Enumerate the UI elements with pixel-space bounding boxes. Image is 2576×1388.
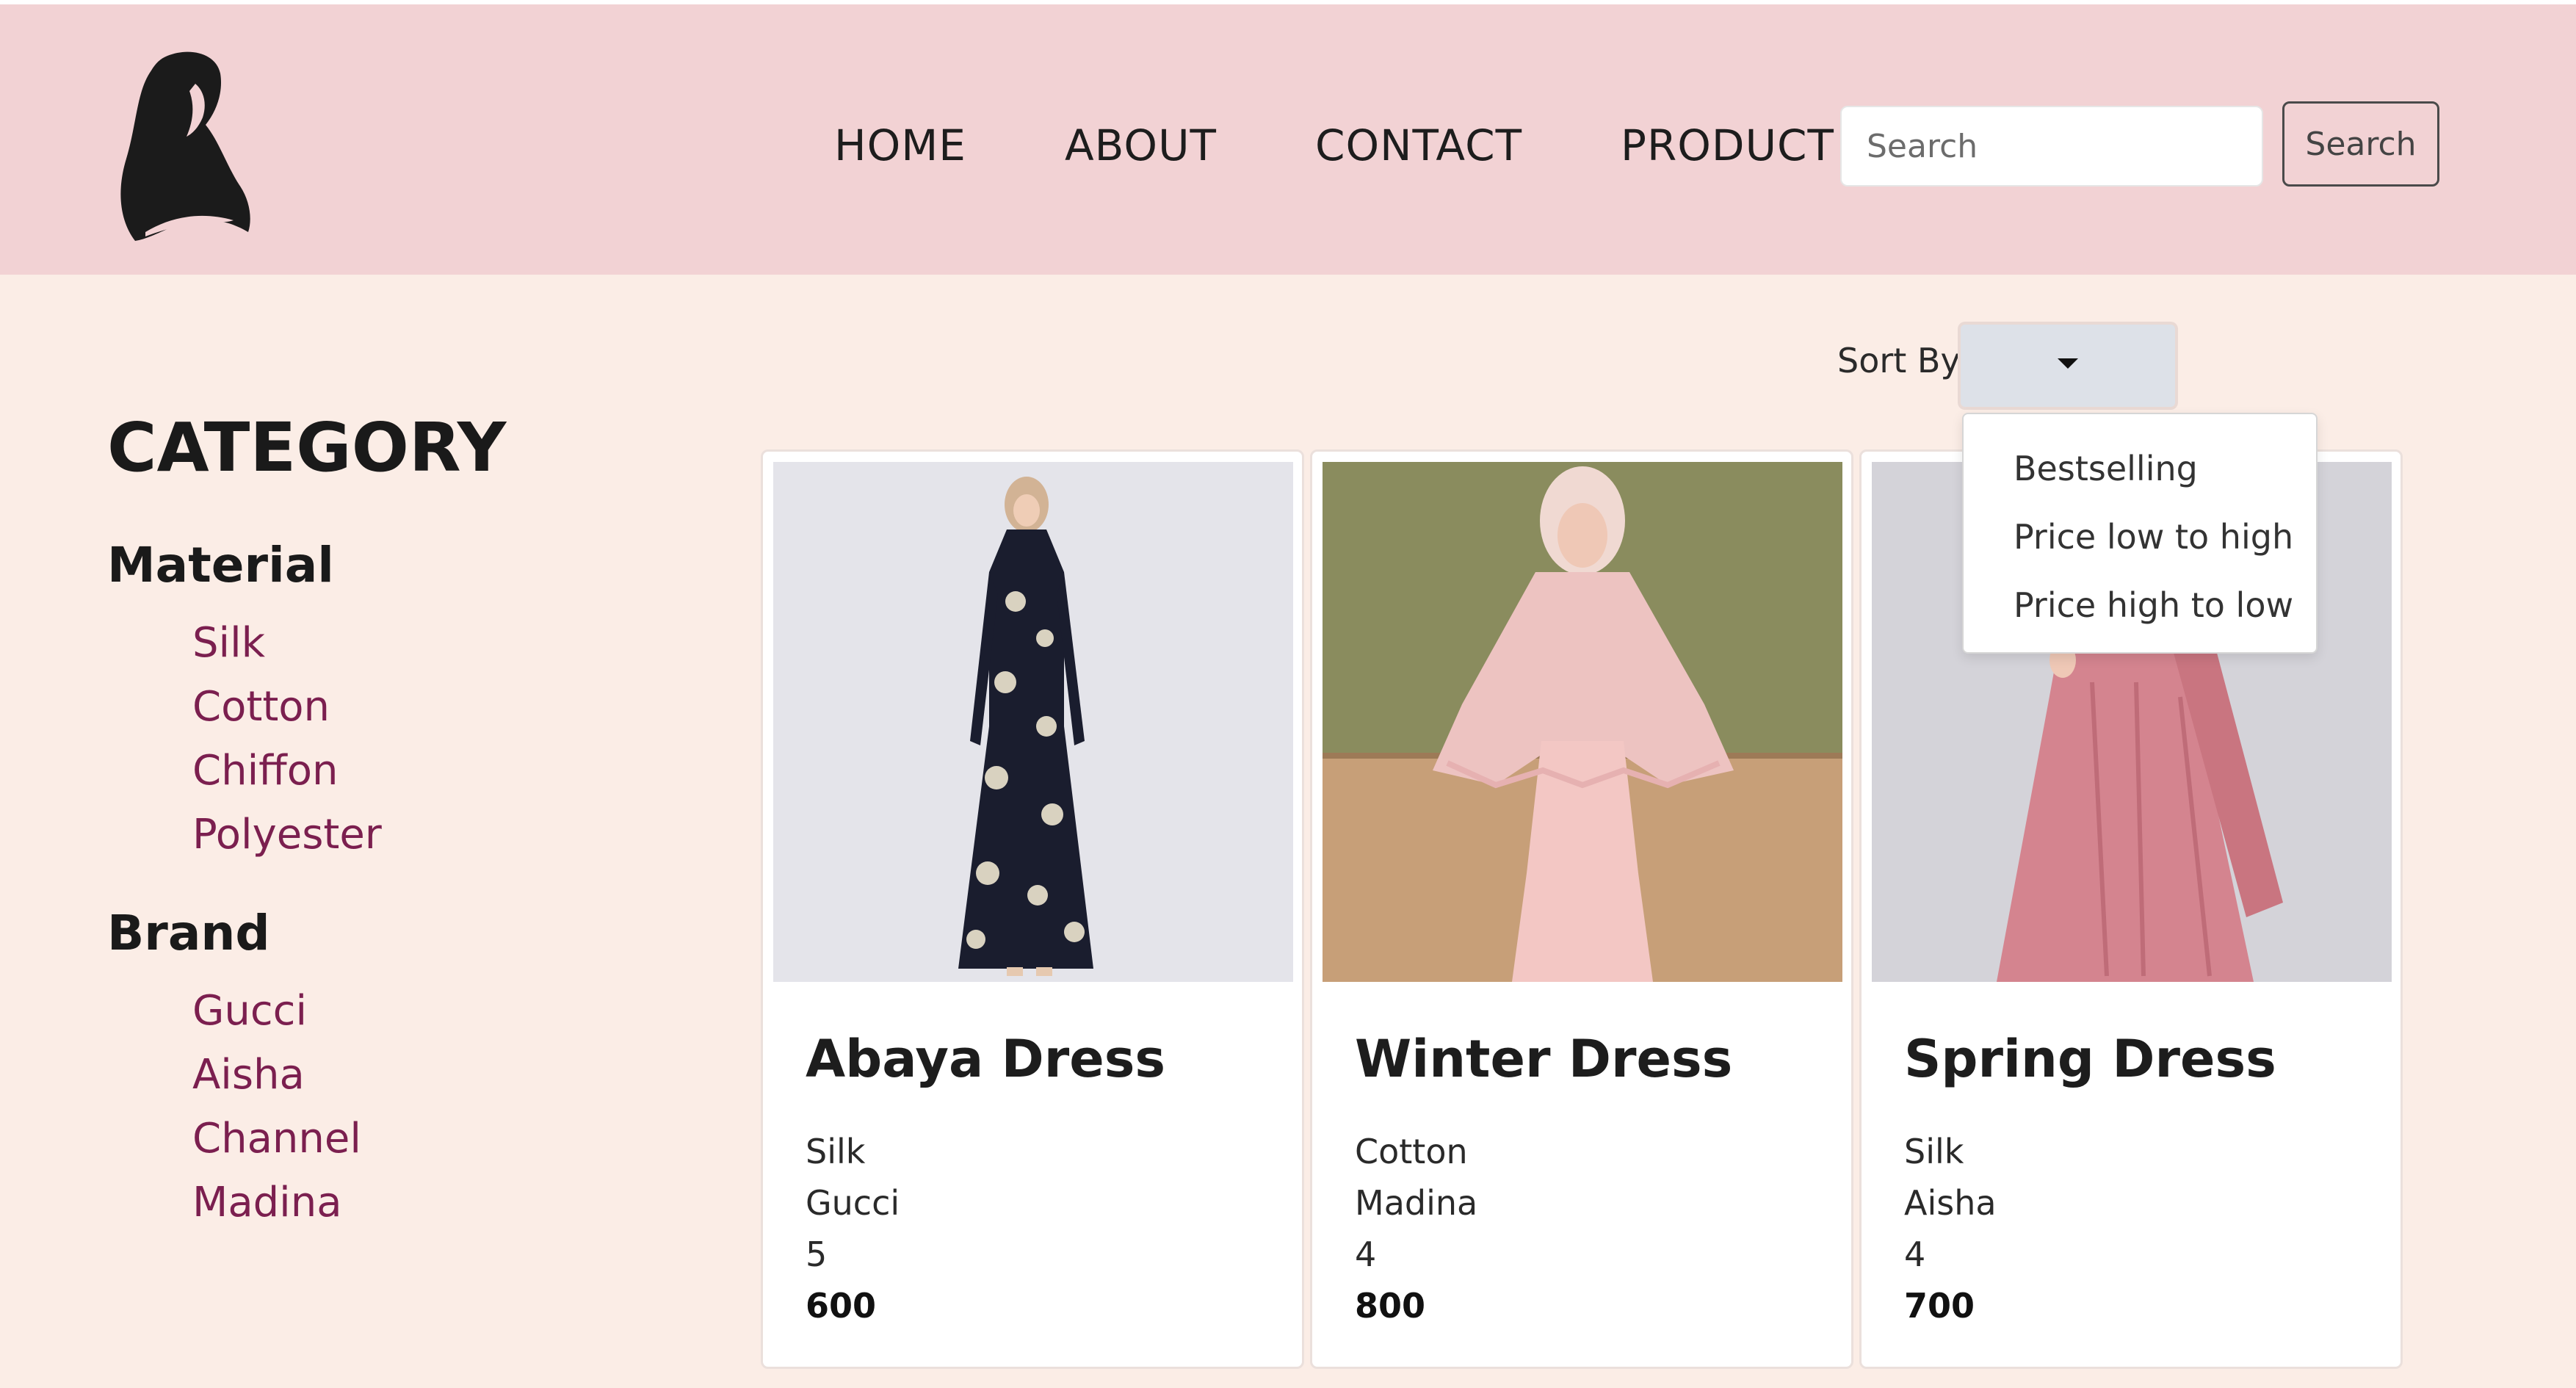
product-image-abaya-dress[interactable] [773, 462, 1293, 982]
category-item-chiffon[interactable]: Chiffon [192, 739, 621, 803]
product-price: 700 [1904, 1286, 1975, 1326]
nav-contact-link[interactable]: CONTACT [1315, 120, 1522, 170]
brand-item-aisha[interactable]: Aisha [192, 1043, 621, 1107]
product-rating: 5 [806, 1235, 828, 1274]
sort-option-price-low-high[interactable]: Price low to high [1964, 503, 2316, 571]
sort-option-price-high-low[interactable]: Price high to low [1964, 571, 2316, 640]
main-nav: HOME ABOUT CONTACT PRODUCT [834, 120, 1834, 170]
product-brand: Aisha [1904, 1183, 1997, 1223]
hijab-woman-silhouette-icon[interactable] [116, 48, 254, 242]
product-brand: Gucci [806, 1183, 900, 1223]
sort-option-bestselling[interactable]: Bestselling [1964, 435, 2316, 503]
search-input[interactable] [1840, 106, 2263, 187]
caret-down-icon [2058, 358, 2078, 369]
sort-dropdown[interactable] [1961, 325, 2175, 407]
material-heading: Material [107, 537, 334, 593]
product-card[interactable]: Winter Dress Cotton Madina 4 800 [1310, 449, 1853, 1369]
brand-heading: Brand [107, 905, 270, 961]
nav-home-link[interactable]: HOME [834, 120, 966, 170]
product-image-winter-dress[interactable] [1323, 462, 1842, 982]
material-list: Silk Cotton Chiffon Polyester [107, 611, 621, 867]
brand-list: Gucci Aisha Channel Madina [107, 979, 621, 1235]
product-title: Abaya Dress [806, 1029, 1166, 1089]
product-rating: 4 [1355, 1235, 1377, 1274]
sort-label: Sort By: [1837, 341, 1969, 380]
product-brand: Madina [1355, 1183, 1478, 1223]
product-material: Silk [1904, 1132, 1964, 1171]
navbar: HOME ABOUT CONTACT PRODUCT Search [0, 0, 2576, 275]
search-button[interactable]: Search [2282, 101, 2439, 187]
category-sidebar: CATEGORY Material Silk Cotton Chiffon Po… [107, 408, 621, 1273]
brand-item-gucci[interactable]: Gucci [192, 979, 621, 1043]
product-rating: 4 [1904, 1235, 1926, 1274]
brand-item-madina[interactable]: Madina [192, 1171, 621, 1235]
category-item-polyester[interactable]: Polyester [192, 803, 621, 867]
product-price: 800 [1355, 1286, 1426, 1326]
product-card[interactable]: Abaya Dress Silk Gucci 5 600 [761, 449, 1304, 1369]
nav-about-link[interactable]: ABOUT [1065, 120, 1217, 170]
product-title: Winter Dress [1355, 1029, 1733, 1089]
category-heading: CATEGORY [107, 408, 507, 487]
sort-menu: Bestselling Price low to high Price high… [1962, 413, 2318, 654]
brand-item-channel[interactable]: Channel [192, 1107, 621, 1171]
category-item-cotton[interactable]: Cotton [192, 675, 621, 739]
product-title: Spring Dress [1904, 1029, 2276, 1089]
category-item-silk[interactable]: Silk [192, 611, 621, 675]
nav-product-link[interactable]: PRODUCT [1621, 120, 1834, 170]
product-price: 600 [806, 1286, 877, 1326]
product-material: Cotton [1355, 1132, 1468, 1171]
product-material: Silk [806, 1132, 866, 1171]
